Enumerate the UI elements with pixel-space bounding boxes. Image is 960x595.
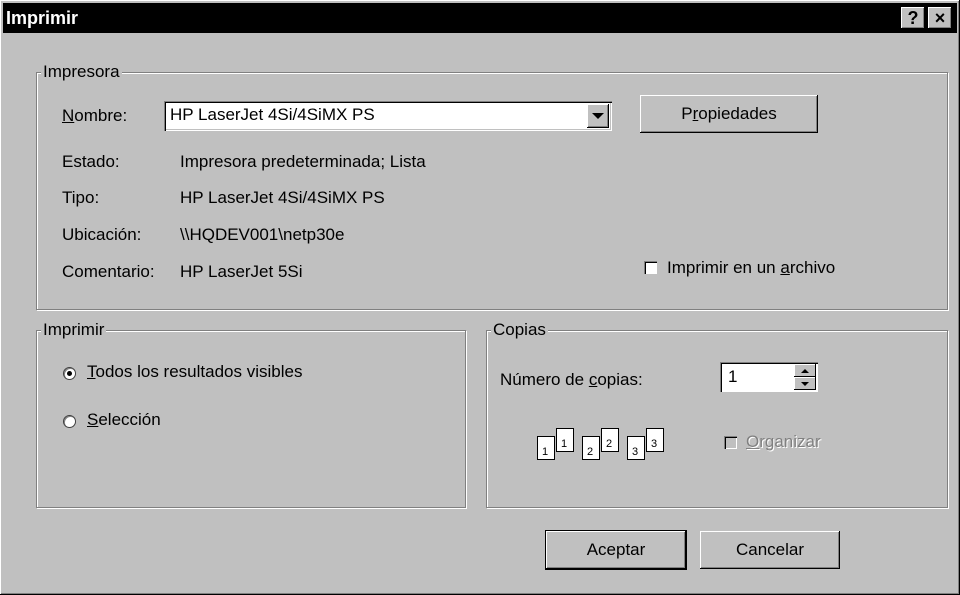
all-results-radio[interactable] xyxy=(63,367,76,380)
copies-count-label: Número de copias: xyxy=(500,370,643,389)
copies-count-spinner[interactable]: 1 xyxy=(720,362,818,392)
properties-button[interactable]: Propiedades xyxy=(640,95,818,133)
print-dialog: Imprimir ? × Impresora Nombre: HP LaserJ… xyxy=(0,0,960,595)
page-icon: 2 xyxy=(601,428,619,452)
printer-name-combobox[interactable]: HP LaserJet 4Si/4SiMX PS xyxy=(164,101,612,131)
location-label: Ubicación: xyxy=(62,225,142,244)
cancel-button[interactable]: Cancelar xyxy=(700,531,840,569)
page-icon: 1 xyxy=(537,436,555,460)
page-icon: 3 xyxy=(627,436,645,460)
arrow-down-icon xyxy=(801,381,809,386)
type-label: Tipo: xyxy=(62,188,100,207)
print-to-file-checkbox[interactable] xyxy=(644,261,657,274)
status-label: Estado: xyxy=(62,152,120,171)
location-value: \\HQDEV001\netp30e xyxy=(180,225,345,244)
printer-name-value: HP LaserJet 4Si/4SiMX PS xyxy=(170,105,375,124)
title-bar: Imprimir ? × xyxy=(3,3,957,33)
arrow-up-icon xyxy=(801,368,809,373)
selection-label[interactable]: Selección xyxy=(87,410,161,430)
close-button[interactable]: × xyxy=(928,7,952,29)
comment-value: HP LaserJet 5Si xyxy=(180,262,303,281)
collate-checkbox[interactable] xyxy=(724,436,737,449)
printer-name-label: Nombre: xyxy=(62,106,128,125)
radio-selected-dot xyxy=(67,371,72,376)
page-icon: 2 xyxy=(582,436,600,460)
ok-button[interactable]: Aceptar xyxy=(545,530,687,570)
page-icon: 3 xyxy=(646,428,664,452)
print-to-file-label[interactable]: Imprimir en un archivo xyxy=(667,258,835,278)
spin-up-button[interactable] xyxy=(794,364,816,377)
type-value: HP LaserJet 4Si/4SiMX PS xyxy=(180,188,385,207)
chevron-down-icon[interactable] xyxy=(587,104,609,128)
copies-count-value: 1 xyxy=(728,367,738,386)
window-title: Imprimir xyxy=(6,8,79,28)
collate-label[interactable]: Organizar xyxy=(746,432,821,452)
help-button[interactable]: ? xyxy=(901,7,925,29)
page-icon: 1 xyxy=(556,428,574,452)
selection-radio[interactable] xyxy=(63,415,76,428)
print-range-group-label: Imprimir xyxy=(41,320,107,340)
status-value: Impresora predeterminada; Lista xyxy=(180,152,426,171)
printer-group-label: Impresora xyxy=(41,62,122,82)
copies-group: Copias xyxy=(486,320,948,508)
all-results-label[interactable]: Todos los resultados visibles xyxy=(87,362,302,382)
comment-label: Comentario: xyxy=(62,262,155,281)
spin-down-button[interactable] xyxy=(794,377,816,390)
copies-group-label: Copias xyxy=(491,320,548,340)
